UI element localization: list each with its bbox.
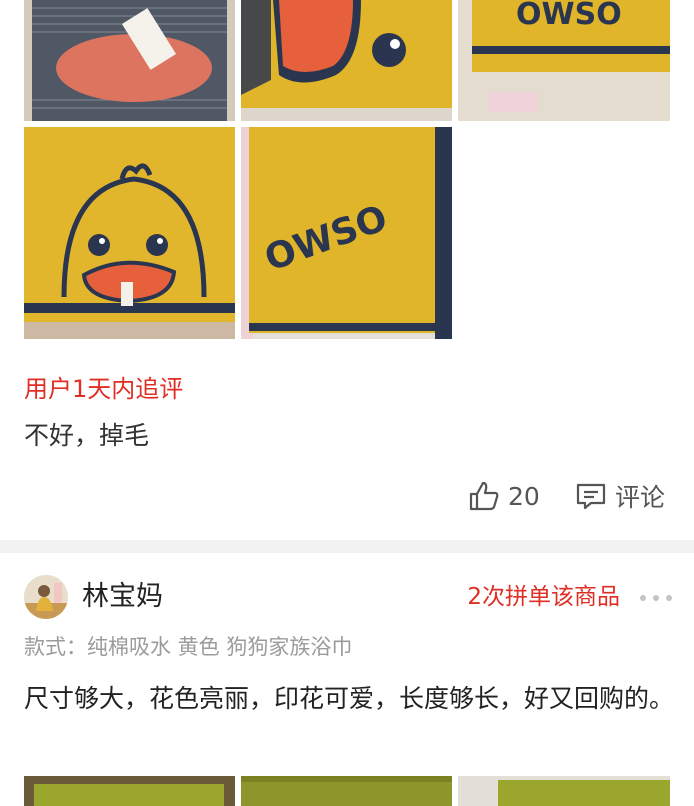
- green-towel-image: [241, 776, 452, 806]
- review-photo[interactable]: [458, 776, 670, 806]
- oswso-hanging-image: OWSO: [241, 127, 452, 339]
- review-photo[interactable]: [241, 0, 452, 121]
- username[interactable]: 林宝妈: [82, 578, 163, 616]
- review-text: 尺寸够大，花色亮丽，印花可爱，长度够长，好又回购的。: [24, 684, 675, 713]
- review-photo[interactable]: [24, 0, 235, 121]
- svg-text:OWSO: OWSO: [516, 0, 622, 32]
- avatar-image: [24, 575, 68, 619]
- more-dot: [666, 595, 672, 601]
- review-photo[interactable]: [24, 127, 235, 339]
- oswso-text-image: OWSO: [458, 0, 670, 121]
- duck-closeup-image: [241, 0, 452, 121]
- variant-info: 款式：纯棉吸水 黄色 狗狗家族浴巾: [24, 635, 353, 659]
- more-dot: [653, 595, 659, 601]
- avatar[interactable]: [24, 575, 68, 619]
- comment-button[interactable]: 评论: [575, 476, 665, 516]
- like-button[interactable]: 20: [468, 476, 540, 516]
- packaged-towel-image: [24, 0, 235, 121]
- review-photo[interactable]: [24, 776, 235, 806]
- duck-face-image: [24, 127, 235, 339]
- more-icon[interactable]: [640, 588, 672, 608]
- comment-icon: [575, 480, 607, 512]
- review-photo[interactable]: OWSO: [241, 127, 452, 339]
- green-towel-image: [458, 776, 670, 806]
- review-photo[interactable]: OWSO: [458, 0, 670, 121]
- followup-label: 用户1天内追评: [24, 375, 184, 403]
- more-dot: [640, 595, 646, 601]
- followup-text: 不好，掉毛: [24, 421, 150, 450]
- like-count: 20: [508, 481, 540, 511]
- thumbs-up-icon: [468, 480, 500, 512]
- green-towel-image: [24, 776, 235, 806]
- review-divider: [0, 540, 694, 553]
- review-photo[interactable]: [241, 776, 452, 806]
- group-buy-badge: 2次拼单该商品: [467, 584, 620, 610]
- comment-label: 评论: [615, 483, 666, 512]
